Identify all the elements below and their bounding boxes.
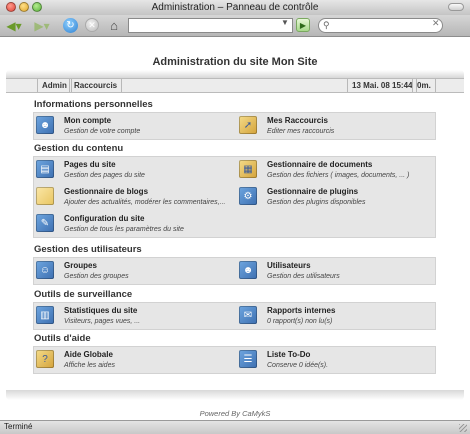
url-history-chevron-icon[interactable]: ▼ [281, 18, 289, 27]
card-gestionnaire-plugins[interactable]: ⚙ Gestionnaire de plugins Gestion des pl… [237, 184, 437, 210]
card-desc: Gestion de votre compte [64, 128, 141, 135]
card-desc: Conserve 0 idée(s). [267, 362, 329, 369]
card-desc: Gestion des groupes [64, 273, 129, 280]
go-button[interactable]: ▶ [296, 18, 310, 32]
card-desc: Gestion des utilisateurs [267, 273, 340, 280]
card-mon-compte[interactable]: ☻ Mon compte Gestion de votre compte [34, 113, 234, 139]
plugins-icon: ⚙ [239, 187, 257, 205]
menu-shortcuts[interactable]: Raccourcis [69, 79, 123, 92]
card-title[interactable]: Utilisateurs [267, 261, 311, 270]
url-input[interactable] [128, 18, 293, 33]
card-title[interactable]: Pages du site [64, 160, 116, 169]
menu-users-count[interactable]: 0m. [412, 79, 436, 92]
section-row: ▥ Statistiques du site Visiteurs, pages … [33, 302, 436, 330]
search-input[interactable]: ⚲ [318, 18, 443, 33]
section-row: ☺ Groupes Gestion des groupes ☻ Utilisat… [33, 257, 436, 285]
card-pages-du-site[interactable]: ▤ Pages du site Gestion des pages du sit… [34, 157, 234, 183]
status-text: Terminé [4, 422, 33, 431]
browser-toolbar: ◀▾ ▶▾ ↻ ✕ ⌂ ▼ ▶ ⚲ ✕ [0, 15, 470, 37]
help-icon: ? [36, 350, 54, 368]
card-groupes[interactable]: ☺ Groupes Gestion des groupes [34, 258, 234, 284]
section-title: Outils de surveillance [34, 289, 133, 300]
reports-icon: ✉ [239, 306, 257, 324]
card-title[interactable]: Gestionnaire de blogs [64, 187, 148, 196]
card-title[interactable]: Mes Raccourcis [267, 116, 328, 125]
blog-icon [36, 187, 54, 205]
card-desc: Gestion de tous les paramètres du site [64, 226, 184, 233]
card-utilisateurs[interactable]: ☻ Utilisateurs Gestion des utilisateurs [237, 258, 437, 284]
card-desc: Editer mes raccourcis [267, 128, 335, 135]
card-aide-globale[interactable]: ? Aide Globale Affiche les aides [34, 347, 234, 373]
card-desc: Visiteurs, pages vues, ... [64, 318, 141, 325]
clear-search-icon[interactable]: ✕ [432, 18, 440, 29]
card-title[interactable]: Liste To-Do [267, 350, 310, 359]
section-title: Informations personnelles [34, 99, 153, 110]
page-title: Administration du site Mon Site [152, 56, 318, 68]
card-liste-todo[interactable]: ☰ Liste To-Do Conserve 0 idée(s). [237, 347, 437, 373]
card-desc: Gestion des fichiers ( images, documents… [267, 172, 410, 179]
menu-date: 13 Mai. 08 15:44 [347, 79, 418, 92]
card-desc: Affiche les aides [64, 362, 115, 369]
section-row: ? Aide Globale Affiche les aides ☰ Liste… [33, 346, 436, 374]
home-icon[interactable]: ⌂ [106, 18, 122, 33]
card-mes-raccourcis[interactable]: ➚ Mes Raccourcis Editer mes raccourcis [237, 113, 437, 139]
stop-icon[interactable]: ✕ [85, 18, 99, 32]
account-icon: ☻ [36, 116, 54, 134]
card-gestionnaire-documents[interactable]: ▦ Gestionnaire de documents Gestion des … [237, 157, 437, 183]
bottom-shadow [6, 390, 464, 400]
status-bar: Terminé [0, 420, 470, 434]
toolbar-toggle-button[interactable] [448, 3, 464, 11]
card-configuration-site[interactable]: ✎ Configuration du site Gestion de tous … [34, 211, 234, 237]
reload-icon[interactable]: ↻ [63, 18, 78, 33]
section-row: ☻ Mon compte Gestion de votre compte ➚ M… [33, 112, 436, 140]
card-title[interactable]: Mon compte [64, 116, 111, 125]
card-desc: Ajouter des actualités, modérer les comm… [64, 199, 226, 206]
card-title[interactable]: Configuration du site [64, 214, 144, 223]
section-row: ▤ Pages du site Gestion des pages du sit… [33, 156, 436, 238]
section-title: Gestion des utilisateurs [34, 244, 142, 255]
powered-by: Powered By CaMykS [199, 409, 271, 418]
menu-admin[interactable]: Admin [37, 79, 72, 92]
admin-menubar: Admin Raccourcis 13 Mai. 08 15:44 0m. [6, 78, 464, 93]
top-shadow [6, 70, 464, 78]
card-desc: 0 rapport(s) non lu(s) [267, 318, 333, 325]
users-icon: ☻ [239, 261, 257, 279]
card-desc: Gestion des pages du site [64, 172, 145, 179]
card-gestionnaire-blogs[interactable]: Gestionnaire de blogs Ajouter des actual… [34, 184, 234, 210]
card-title[interactable]: Gestionnaire de plugins [267, 187, 358, 196]
config-icon: ✎ [36, 214, 54, 232]
resize-grip-icon[interactable] [459, 424, 467, 432]
section-title: Outils d'aide [34, 333, 91, 344]
card-title[interactable]: Groupes [64, 261, 97, 270]
window-title: Administration – Panneau de contrôle [151, 2, 319, 13]
card-title[interactable]: Statistiques du site [64, 306, 137, 315]
stats-icon: ▥ [36, 306, 54, 324]
card-title[interactable]: Aide Globale [64, 350, 113, 359]
card-desc: Gestion des plugins disponibles [267, 199, 366, 206]
card-title[interactable]: Rapports internes [267, 306, 335, 315]
card-title[interactable]: Gestionnaire de documents [267, 160, 372, 169]
back-arrow-icon[interactable]: ◀▾ [3, 18, 25, 33]
section-title: Gestion du contenu [34, 143, 124, 154]
pages-icon: ▤ [36, 160, 54, 178]
search-icon: ⚲ [323, 20, 330, 30]
todo-icon: ☰ [239, 350, 257, 368]
window-titlebar: Administration – Panneau de contrôle [0, 0, 470, 16]
groups-icon: ☺ [36, 261, 54, 279]
card-rapports-internes[interactable]: ✉ Rapports internes 0 rapport(s) non lu(… [237, 303, 437, 329]
card-statistiques[interactable]: ▥ Statistiques du site Visiteurs, pages … [34, 303, 234, 329]
shortcuts-icon: ➚ [239, 116, 257, 134]
documents-icon: ▦ [239, 160, 257, 178]
forward-arrow-icon[interactable]: ▶▾ [31, 18, 53, 33]
